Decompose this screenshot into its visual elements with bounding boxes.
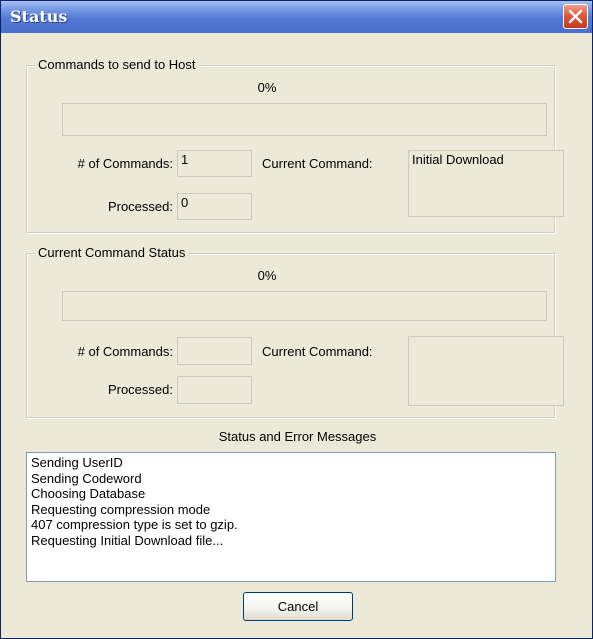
num-commands-field: 1 <box>177 150 252 177</box>
messages-title: Status and Error Messages <box>218 429 377 444</box>
overall-percent: 0% <box>257 80 277 95</box>
commands-to-host-group: Commands to send to Host 0% # of Command… <box>26 57 564 233</box>
log-line: Sending Codeword <box>31 470 142 486</box>
num-commands-label: # of Commands: <box>77 344 173 359</box>
group-title: Current Command Status <box>35 245 189 261</box>
log-line: Choosing Database <box>31 486 146 501</box>
current-command-label: Current Command: <box>262 344 373 359</box>
processed-field: 0 <box>177 193 252 220</box>
overall-progress-bar <box>62 103 547 136</box>
title-bar[interactable]: Status <box>1 1 592 33</box>
command-percent: 0% <box>257 268 277 283</box>
current-command-status-group: Current Command Status 0% # of Commands:… <box>26 245 564 418</box>
log-line: Requesting Initial Download file... <box>31 532 224 548</box>
current-command-field: Initial Download <box>408 150 564 217</box>
num-commands-label: # of Commands: <box>77 156 173 171</box>
status-dialog: Status Commands to send to Host 0% # of … <box>0 0 593 639</box>
group-title: Commands to send to Host <box>35 57 199 73</box>
processed-field <box>177 376 252 404</box>
close-button[interactable] <box>563 4 588 29</box>
log-line: Sending UserID <box>31 455 123 470</box>
current-command-field <box>408 336 564 406</box>
cancel-button[interactable]: Cancel <box>243 592 353 621</box>
num-commands-field <box>177 337 252 365</box>
window-title: Status <box>10 7 68 26</box>
processed-label: Processed: <box>107 199 173 214</box>
current-command-label: Current Command: <box>262 156 373 171</box>
log-line: 407 compression type is set to gzip. <box>31 517 238 532</box>
log-line: Requesting compression mode <box>31 501 211 517</box>
status-messages-list[interactable]: Sending UserID Sending Codeword Choosing D… <box>26 452 556 582</box>
processed-label: Processed: <box>107 382 173 397</box>
close-icon <box>568 9 583 24</box>
command-progress-bar <box>62 291 547 321</box>
